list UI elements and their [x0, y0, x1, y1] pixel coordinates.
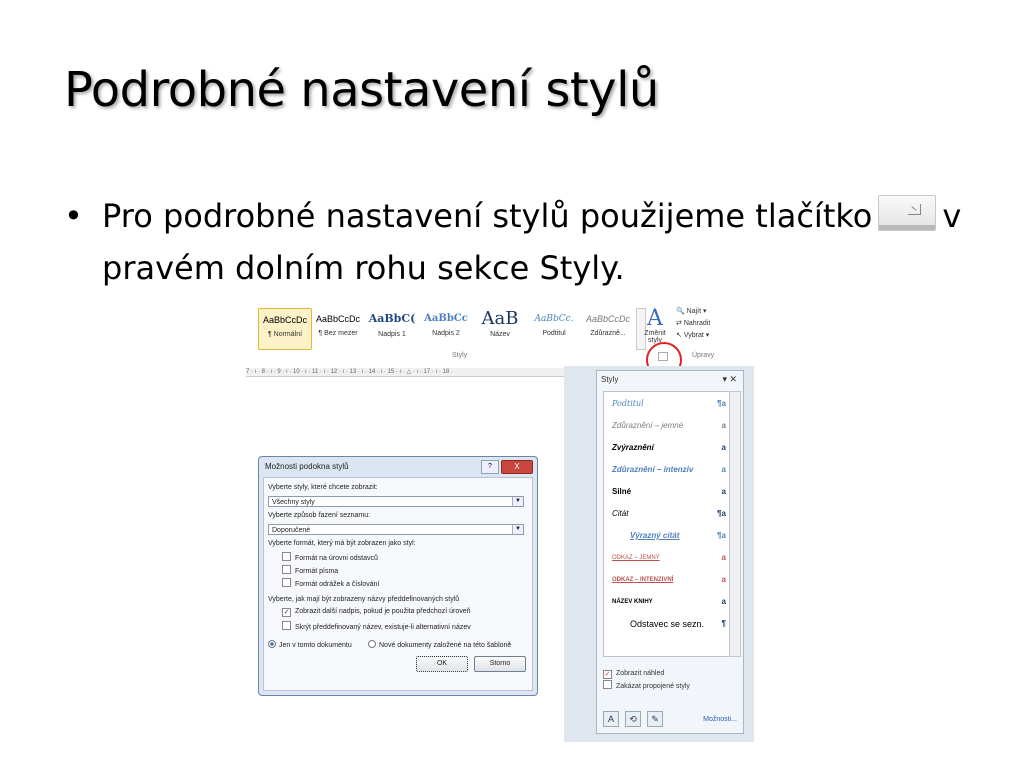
help-button[interactable]: ?: [481, 460, 499, 474]
list-item[interactable]: Název knihy a: [608, 592, 726, 612]
styles-list: Podtitul ¶a Zdůraznění – jemné a Zvýrazněn…: [603, 391, 731, 657]
bullet-text-before: Pro podrobné nastavení stylů použijeme t…: [102, 197, 873, 235]
show-preview-checkbox[interactable]: ✓ Zobrazit náhled: [603, 667, 690, 680]
find-button[interactable]: 🔍 Najít ▾: [676, 306, 754, 318]
label-show: Vyberte styly, které chcete zobrazit:: [268, 484, 378, 491]
style-tile[interactable]: AaBbCcDc Zdůrazně...: [582, 308, 634, 348]
label-sort: Vyberte způsob řazení seznamu:: [268, 512, 371, 519]
list-item[interactable]: Silné a: [608, 482, 726, 502]
pane-title: Styly: [601, 375, 619, 384]
checkbox-hide-builtin[interactable]: Skrýt předdefinovaný název, existuje-li …: [282, 621, 471, 631]
style-tile[interactable]: AaBbCc Nadpis 2: [420, 308, 472, 348]
group-label-styles: Styly: [452, 352, 468, 359]
manage-styles-icon[interactable]: ✎: [647, 711, 663, 727]
list-item[interactable]: Podtitul ¶a: [608, 394, 726, 414]
editing-group: 🔍 Najít ▾ ⇄ Nahradit ↖ Vybrat ▾: [676, 306, 754, 342]
select-button[interactable]: ↖ Vybrat ▾: [676, 330, 754, 342]
disable-linked-checkbox[interactable]: Zakázat propojené styly: [603, 680, 690, 693]
style-tile[interactable]: AaBbCcDc ¶ Bez mezer: [312, 308, 364, 348]
list-item[interactable]: Zdůraznění – jemné a: [608, 416, 726, 436]
list-item[interactable]: Citát ¶a: [608, 504, 726, 524]
ruler: 7 · ı · 8 · ı · 9 · ı · 10 · ı · 11 · ı …: [246, 368, 576, 377]
bullet-text: Pro podrobné nastavení stylů použijeme t…: [102, 190, 982, 294]
new-style-icon[interactable]: A: [603, 711, 619, 727]
replace-button[interactable]: ⇄ Nahradit: [676, 318, 754, 330]
list-item[interactable]: Odstavec se sezn. ¶: [608, 614, 726, 634]
select-show[interactable]: Všechny styly ▼: [268, 496, 524, 507]
chevron-down-icon: ▼: [512, 525, 523, 534]
ok-button[interactable]: OK: [416, 656, 468, 672]
checkbox-next-heading[interactable]: ✓ Zobrazit další nadpis, pokud je použita…: [282, 608, 471, 617]
list-item[interactable]: Zvýraznění a: [608, 438, 726, 458]
dialog-title: Možnosti podokna stylů: [265, 462, 349, 471]
checkbox-bullets[interactable]: Formát odrážek a číslování: [282, 578, 379, 588]
styles-gallery: AaBbCcDc ¶ Normální AaBbCcDc ¶ Bez mezer A…: [256, 306, 646, 352]
word-screenshot: AaBbCcDc ¶ Normální AaBbCcDc ¶ Bez mezer A…: [246, 306, 754, 742]
radio-this-document[interactable]: Jen v tomto dokumentu: [268, 640, 352, 649]
label-builtin: Vyberte, jak mají být zobrazeny názvy př…: [268, 596, 460, 603]
list-item[interactable]: Odkaz – jemný a: [608, 548, 726, 568]
slide-title: Podrobné nastavení stylů: [64, 62, 659, 118]
style-tile[interactable]: AaBbC(Nadpis 1: [366, 308, 418, 348]
options-link[interactable]: Možnosti...: [703, 716, 737, 723]
list-item[interactable]: Výrazný citát ¶a: [608, 526, 726, 546]
checkbox-paragraph[interactable]: Formát na úrovni odstavců: [282, 552, 378, 562]
group-label-editing: Úpravy: [692, 352, 715, 359]
close-button[interactable]: X: [501, 460, 533, 474]
radio-template[interactable]: Nové dokumenty založené na této šabloně: [368, 640, 511, 649]
cancel-button[interactable]: Storno: [474, 656, 526, 672]
style-tile[interactable]: AaB Název: [474, 308, 526, 348]
pane-options: ✓ Zobrazit náhled Zakázat propojené styly: [603, 667, 690, 693]
bullet-dot: •: [64, 197, 83, 235]
style-pane-options-dialog: Možnosti podokna stylů ? X Vyberte styly…: [258, 456, 538, 696]
style-inspector-icon[interactable]: ⟲: [625, 711, 641, 727]
ribbon: AaBbCcDc ¶ Normální AaBbCcDc ¶ Bez mezer A…: [246, 306, 754, 378]
dialog-launcher-icon: [878, 195, 937, 231]
styles-list-scrollbar[interactable]: [729, 391, 741, 657]
list-item[interactable]: Zdůraznění – intenziv a: [608, 460, 726, 480]
label-format: Vyberte formát, který má být zobrazen ja…: [268, 540, 416, 547]
styles-pane: Styly ▾ ✕ Podtitul ¶a Zdůraznění – jemné a…: [596, 370, 744, 734]
chevron-down-icon: ▼: [512, 497, 523, 506]
list-item[interactable]: Odkaz – intenzivní a: [608, 570, 726, 590]
select-sort[interactable]: Doporučené ▼: [268, 524, 524, 535]
dialog-body: Vyberte styly, které chcete zobrazit: Vš…: [263, 477, 533, 691]
change-styles-button[interactable]: A Změnit styly: [638, 306, 672, 345]
checkbox-font[interactable]: Formát písma: [282, 565, 338, 575]
style-tile[interactable]: AaBbCcDc ¶ Normální: [258, 308, 312, 350]
style-tile[interactable]: AaBbCc. Podtitul: [528, 308, 580, 348]
pane-close-icon[interactable]: ▾ ✕: [722, 374, 737, 385]
change-styles-icon: A: [647, 306, 663, 331]
